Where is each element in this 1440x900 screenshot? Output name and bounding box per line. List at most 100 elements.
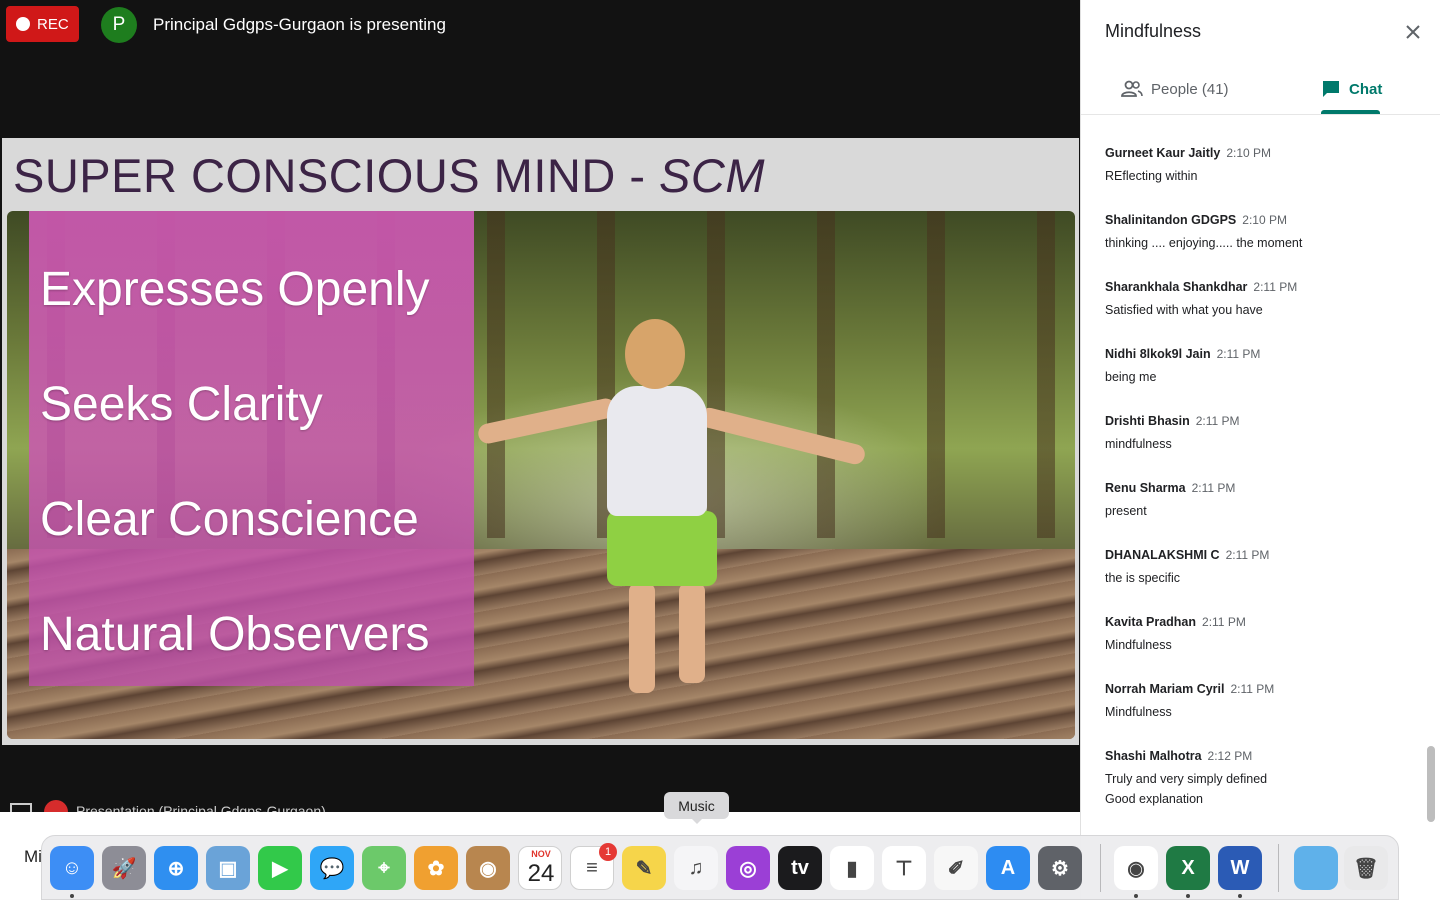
apple-tv-icon[interactable]: tv — [778, 846, 822, 890]
message-sender: Shashi Malhotra — [1105, 749, 1202, 763]
chat-icon — [1323, 81, 1339, 97]
chat-message: Shalinitandon GDGPS 2:10 PM thinking .... … — [1105, 213, 1425, 253]
rec-label: REC — [37, 15, 69, 33]
calendar-month: NOV — [531, 849, 551, 859]
message-sender: Renu Sharma — [1105, 481, 1186, 495]
chat-message: Kavita Pradhan 2:11 PM Mindfulness — [1105, 615, 1425, 655]
close-panel-button[interactable] — [1399, 18, 1427, 46]
dock: ☺ 🚀 ⊕ ▣ ▶ 💬 ⌖ ✿ ◉ NOV 24 ≡ 1 ✎ ♫ ◎ tv ▮ ⊤ ✐ A ⚙ ◉ X W 🗑 — [41, 835, 1399, 900]
finder-icon[interactable]: ☺ — [50, 846, 94, 890]
message-text: the is specific — [1105, 571, 1181, 585]
message-text: Truly and very simply defined — [1105, 772, 1268, 786]
dock-tooltip: Music — [664, 792, 729, 824]
tab-people[interactable]: People (41) — [1121, 64, 1229, 114]
recording-badge: REC — [6, 6, 79, 42]
slide-bullet: Seeks Clarity — [40, 378, 323, 431]
message-text: Satisfied with what you have — [1105, 303, 1263, 317]
tab-people-label: People (41) — [1151, 80, 1229, 98]
message-text: REflecting within — [1105, 169, 1198, 183]
message-sender: Drishti Bhasin — [1105, 414, 1190, 428]
message-time: 2:11 PM — [1202, 615, 1246, 629]
message-text: Mindfulness — [1105, 638, 1172, 652]
message-sender: Norrah Mariam Cyril — [1105, 682, 1225, 696]
music-icon[interactable]: ♫ — [674, 846, 718, 890]
numbers-icon[interactable]: ▮ — [830, 846, 874, 890]
message-sender: Kavita Pradhan — [1105, 615, 1197, 629]
message-sender: Gurneet Kaur Jaitly — [1105, 146, 1221, 160]
running-indicator — [1186, 894, 1190, 898]
active-tab-indicator — [1321, 110, 1380, 114]
dock-separator — [1278, 844, 1279, 892]
message-time: 2:10 PM — [1242, 213, 1287, 227]
podcasts-icon[interactable]: ◎ — [726, 846, 770, 890]
facetime-icon[interactable]: ▶ — [258, 846, 302, 890]
excel-icon[interactable]: X — [1166, 846, 1210, 890]
slide-bullet: Expresses Openly — [40, 263, 430, 316]
panel-title: Mindfulness — [1105, 21, 1202, 41]
messages-icon[interactable]: 💬 — [310, 846, 354, 890]
message-text: Mindfulness — [1105, 705, 1172, 719]
presentation-stage: REC P Principal Gdgps-Gurgaon is present… — [0, 0, 1080, 900]
message-time: 2:11 PM — [1216, 347, 1261, 361]
tab-chat-label: Chat — [1349, 80, 1383, 98]
slide-bullet: Natural Observers — [40, 608, 430, 661]
record-dot-icon — [16, 17, 30, 31]
chat-message: Nidhi 8lkok9l Jain 2:11 PM being me — [1105, 347, 1425, 387]
message-sender: DHANALAKSHMI C — [1105, 548, 1220, 562]
message-text: Good explanation — [1105, 792, 1203, 806]
message-time: 2:11 PM — [1253, 280, 1298, 294]
chat-message: Sharankhala Shankdhar 2:11 PM Satisfied wi… — [1105, 280, 1425, 320]
message-sender: Sharankhala Shankdhar — [1105, 280, 1248, 294]
message-text: mindfulness — [1105, 437, 1172, 451]
notification-badge: 1 — [599, 843, 617, 861]
app-store-icon[interactable]: A — [986, 846, 1030, 890]
presenter-status: Principal Gdgps-Gurgaon is presenting — [153, 15, 446, 34]
chat-message: Norrah Mariam Cyril 2:11 PM Mindfulness — [1105, 682, 1425, 722]
safari-icon[interactable]: ⊕ — [154, 846, 198, 890]
message-sender: Nidhi 8lkok9l Jain — [1105, 347, 1211, 361]
system-preferences-icon[interactable]: ⚙ — [1038, 846, 1082, 890]
tab-chat[interactable]: Chat — [1321, 64, 1382, 114]
photos-icon[interactable]: ✿ — [414, 846, 458, 890]
meeting-name: Mi — [24, 847, 42, 866]
chat-message: Gurneet Kaur Jaitly 2:10 PM REflecting wit… — [1105, 146, 1425, 186]
word-icon[interactable]: W — [1218, 846, 1262, 890]
chat-scrollbar[interactable] — [1427, 746, 1435, 822]
chat-message: DHANALAKSHMI C 2:11 PM the is specific — [1105, 548, 1425, 588]
message-time: 2:11 PM — [1195, 414, 1240, 428]
chat-message: Renu Sharma 2:11 PM present — [1105, 481, 1425, 521]
message-time: 2:10 PM — [1226, 146, 1272, 160]
pages-icon[interactable]: ✐ — [934, 846, 978, 890]
dock-separator — [1100, 844, 1101, 892]
message-text: being me — [1105, 370, 1157, 384]
contacts-icon[interactable]: ◉ — [466, 846, 510, 890]
shared-slide: SUPER CONSCIOUS MIND - SCM Expresses Ope… — [2, 138, 1079, 745]
trash-icon[interactable]: 🗑 — [1344, 846, 1388, 890]
preview-icon[interactable]: ▣ — [206, 846, 250, 890]
message-text: thinking .... enjoying..... the moment — [1105, 236, 1303, 250]
maps-icon[interactable]: ⌖ — [362, 846, 406, 890]
calendar-day: 24 — [527, 860, 555, 887]
keynote-icon[interactable]: ⊤ — [882, 846, 926, 890]
presenter-avatar: P — [101, 7, 137, 43]
chat-message: Drishti Bhasin 2:11 PM mindfulness — [1105, 414, 1425, 454]
message-sender: Shalinitandon GDGPS — [1105, 213, 1237, 227]
calendar-icon[interactable]: NOV 24 — [518, 846, 562, 890]
folder-icon[interactable] — [1294, 846, 1338, 890]
slide-bullet: Clear Conscience — [40, 493, 419, 546]
chrome-icon[interactable]: ◉ — [1114, 846, 1158, 890]
close-icon — [1406, 25, 1420, 39]
reminders-icon[interactable]: ≡ 1 — [570, 843, 617, 890]
message-time: 2:11 PM — [1230, 682, 1275, 696]
message-time: 2:11 PM — [1191, 481, 1236, 495]
running-indicator — [1134, 894, 1138, 898]
chat-message: Shashi Malhotra 2:12 PM Truly and very sim… — [1105, 749, 1425, 809]
people-icon — [1121, 80, 1143, 97]
launchpad-icon[interactable]: 🚀 — [102, 846, 146, 890]
message-text: present — [1105, 504, 1147, 518]
slide-title: SUPER CONSCIOUS MIND - SCM — [13, 149, 765, 202]
message-time: 2:12 PM — [1207, 749, 1253, 763]
side-panel: Mindfulness People (41) Chat Gurneet Kau… — [1080, 0, 1440, 900]
notes-icon[interactable]: ✎ — [622, 846, 666, 890]
running-indicator — [1238, 894, 1242, 898]
